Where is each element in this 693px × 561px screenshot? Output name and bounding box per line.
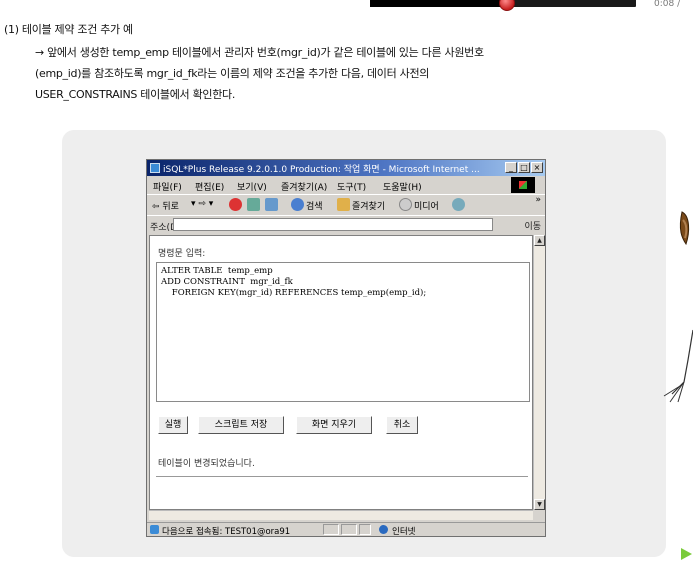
maximize-button[interactable]: □ bbox=[518, 162, 530, 173]
menu-help[interactable]: 도움말(H) bbox=[383, 180, 422, 193]
video-time-label: 0:08 / bbox=[654, 0, 681, 9]
description-line-1: → 앞에서 생성한 temp_emp 테이블에서 관리자 번호(mgr_id)가… bbox=[35, 46, 484, 59]
status-bar: 다음으로 접속됨: TEST01@ora91 인터넷 bbox=[147, 522, 545, 537]
toolbar-more-chevron-icon[interactable]: » bbox=[535, 195, 541, 205]
browser-toolbar: ⇦ 뒤로 ▾ ⇨ ▾ 검색 즐겨찾기 미디어 » bbox=[147, 194, 545, 215]
stop-icon[interactable] bbox=[229, 198, 242, 211]
video-progress-fill bbox=[370, 0, 506, 7]
page-content: 명령문 입력: ALTER TABLE temp_emp ADD CONSTRA… bbox=[149, 235, 533, 510]
favorites-button-label[interactable]: 즐겨찾기 bbox=[352, 199, 385, 212]
windows-logo-icon bbox=[511, 177, 535, 193]
browser-window: iSQL*Plus Release 9.2.0.1.0 Production: … bbox=[146, 159, 546, 537]
search-button-label[interactable]: 검색 bbox=[306, 199, 323, 212]
menu-bar: 파일(F) 편집(E) 보기(V) 즐겨찾기(A) 도구(T) 도움말(H) bbox=[147, 177, 545, 193]
menu-edit[interactable]: 편집(E) bbox=[195, 180, 224, 193]
horizontal-scrollbar[interactable] bbox=[149, 510, 533, 520]
media-icon[interactable] bbox=[399, 198, 412, 211]
command-input-label: 명령문 입력: bbox=[158, 249, 206, 259]
video-seek-thumb[interactable] bbox=[499, 0, 515, 11]
section-heading: (1) 테이블 제약 조건 추가 예 bbox=[4, 23, 133, 36]
clear-screen-button[interactable]: 화면 지우기 bbox=[296, 416, 372, 434]
favorites-icon[interactable] bbox=[337, 198, 350, 211]
cartoon-illustration bbox=[663, 211, 693, 403]
page-icon bbox=[150, 525, 159, 534]
menu-file[interactable]: 파일(F) bbox=[153, 180, 182, 193]
status-cell bbox=[341, 524, 357, 535]
status-cell bbox=[359, 524, 371, 535]
save-script-button[interactable]: 스크립트 저장 bbox=[198, 416, 284, 434]
zone-text: 인터넷 bbox=[392, 527, 416, 537]
next-arrow-icon[interactable] bbox=[681, 548, 692, 560]
video-player-bar: 0:08 / bbox=[364, 0, 693, 12]
forward-button[interactable]: ▾ ⇨ ▾ bbox=[191, 199, 213, 209]
sql-text: ALTER TABLE temp_emp ADD CONSTRAINT mgr_… bbox=[161, 266, 427, 298]
description-line-3: USER_CONSTRAINS 테이블에서 확인한다. bbox=[35, 88, 236, 101]
minimize-button[interactable]: _ bbox=[505, 162, 517, 173]
refresh-icon[interactable] bbox=[247, 198, 260, 211]
history-icon[interactable] bbox=[452, 198, 465, 211]
menu-tools[interactable]: 도구(T) bbox=[337, 180, 366, 193]
scroll-up-icon[interactable]: ▲ bbox=[534, 235, 545, 246]
back-button[interactable]: ⇦ 뒤로 bbox=[152, 199, 179, 212]
close-button[interactable]: × bbox=[531, 162, 543, 173]
sql-command-textarea[interactable]: ALTER TABLE temp_emp ADD CONSTRAINT mgr_… bbox=[156, 262, 530, 402]
menu-view[interactable]: 보기(V) bbox=[237, 180, 267, 193]
go-button[interactable]: 이동 bbox=[524, 219, 541, 232]
home-icon[interactable] bbox=[265, 198, 278, 211]
cancel-button[interactable]: 취소 bbox=[386, 416, 418, 434]
execute-button[interactable]: 실행 bbox=[158, 416, 188, 434]
vertical-scrollbar[interactable]: ▲ ▼ bbox=[533, 235, 545, 510]
ie-icon bbox=[150, 163, 160, 173]
window-title: iSQL*Plus Release 9.2.0.1.0 Production: … bbox=[163, 165, 480, 175]
scroll-down-icon[interactable]: ▼ bbox=[534, 499, 545, 510]
address-input[interactable] bbox=[173, 218, 493, 231]
window-titlebar[interactable]: iSQL*Plus Release 9.2.0.1.0 Production: … bbox=[147, 160, 545, 176]
result-message: 테이블이 변경되었습니다. bbox=[158, 459, 255, 469]
menu-favorites[interactable]: 즐겨찾기(A) bbox=[281, 180, 327, 193]
status-text: 다음으로 접속됨: TEST01@ora91 bbox=[162, 527, 291, 537]
description-line-2: (emp_id)를 참조하도록 mgr_id_fk라는 이름의 제약 조건을 추… bbox=[35, 67, 430, 80]
status-cell bbox=[323, 524, 339, 535]
media-button-label[interactable]: 미디어 bbox=[414, 199, 439, 212]
search-icon[interactable] bbox=[291, 198, 304, 211]
internet-zone-icon bbox=[379, 525, 388, 534]
address-bar: 주소(D) 이동 bbox=[147, 215, 545, 234]
description-paragraph: → 앞에서 생성한 temp_emp 테이블에서 관리자 번호(mgr_id)가… bbox=[35, 42, 693, 105]
divider bbox=[156, 476, 528, 477]
